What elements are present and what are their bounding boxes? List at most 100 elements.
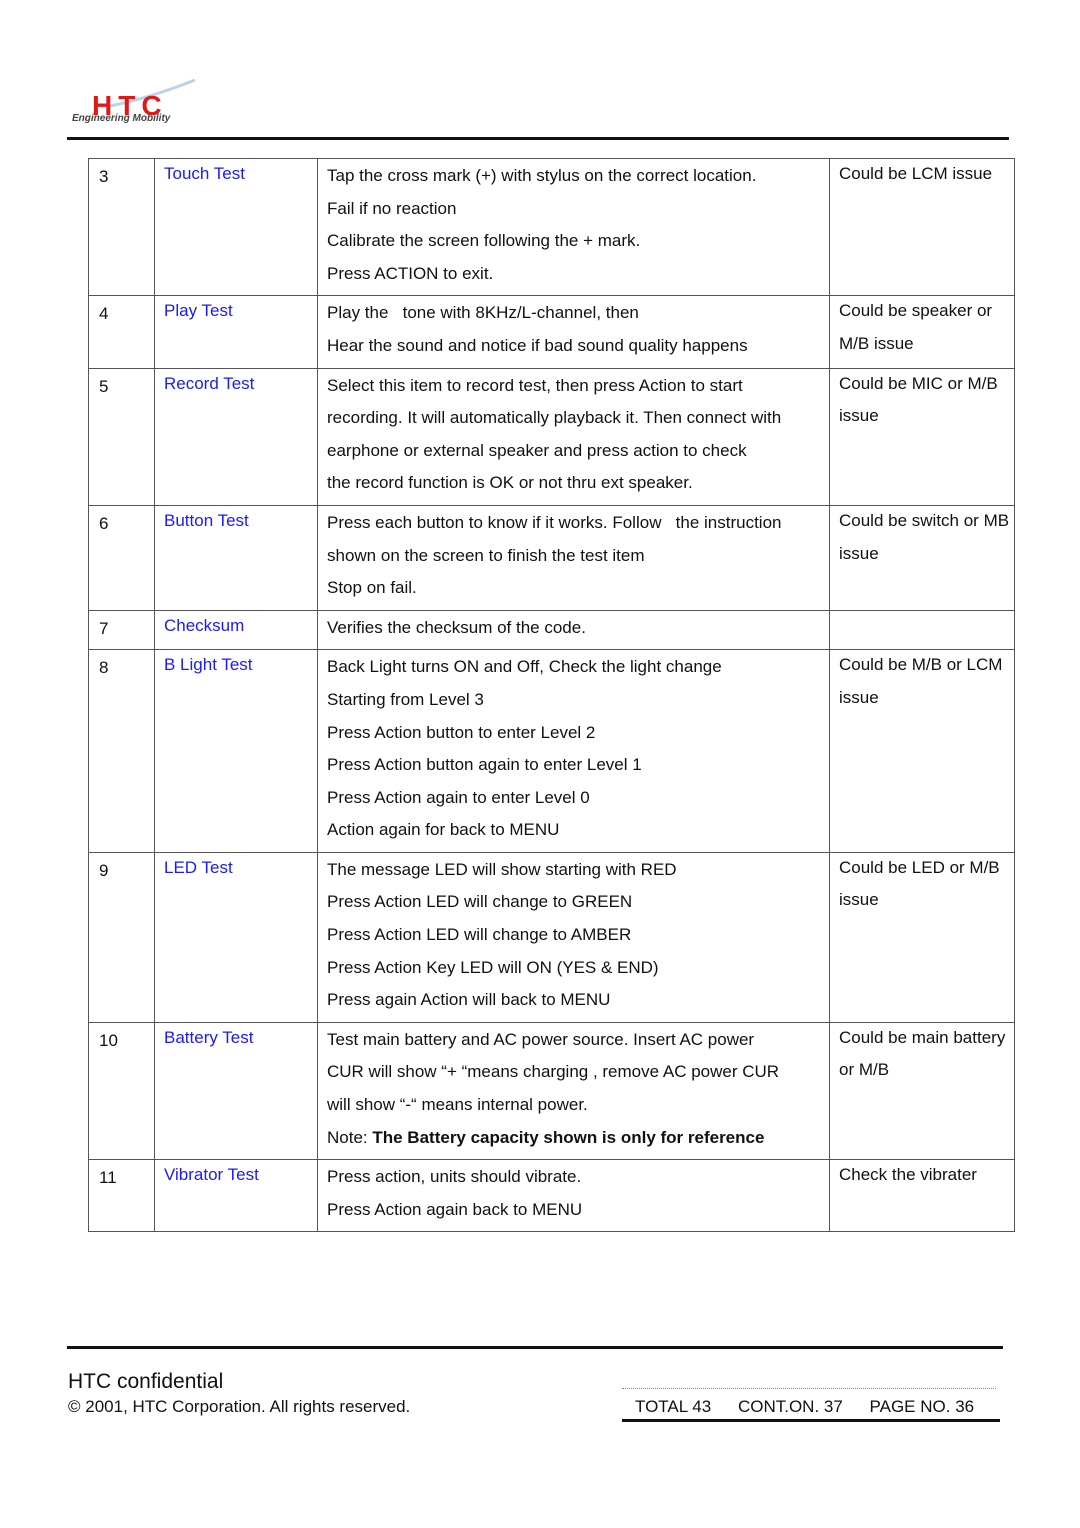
note-text: The Battery capacity shown is only for r… bbox=[372, 1127, 765, 1147]
procedure-line: Press again Action will back to MENU bbox=[327, 990, 611, 1010]
failure-cause bbox=[829, 609, 1015, 651]
table-row: 9 LED Test The message LED will show start… bbox=[88, 851, 1015, 1023]
failure-cause: Could be switch or MB issue bbox=[829, 504, 1015, 611]
failure-cause: Could be MIC or M/B issue bbox=[829, 367, 1015, 506]
procedure-line: Back Light turns ON and Off, Check the l… bbox=[327, 657, 722, 677]
failure-cause: Could be LCM issue bbox=[829, 157, 1015, 297]
cause-line: issue bbox=[839, 687, 879, 707]
test-name: LED Test bbox=[154, 851, 318, 1023]
cause-line: Could be LED or M/B bbox=[839, 857, 1000, 877]
procedure-line: Play the tone with 8KHz/L-channel, then bbox=[327, 303, 639, 323]
test-name-text: Play Test bbox=[164, 301, 233, 321]
test-name: Vibrator Test bbox=[154, 1159, 318, 1233]
test-name-text: Checksum bbox=[164, 615, 245, 635]
item-number: 6 bbox=[88, 504, 155, 611]
header-divider bbox=[67, 137, 1009, 140]
failure-cause: Could be M/B or LCM issue bbox=[829, 649, 1015, 853]
htc-logo: HTC Engineering Mobility bbox=[70, 78, 205, 128]
procedure-line: Press Action again back to MENU bbox=[327, 1199, 583, 1219]
item-number-text: 4 bbox=[99, 304, 109, 324]
continued-on: CONT.ON. 37 bbox=[737, 1397, 843, 1416]
procedure-line: Press Action Key LED will ON (YES & END) bbox=[327, 957, 659, 977]
procedure-line: Test main battery and AC power source. I… bbox=[327, 1029, 755, 1049]
item-number-text: 8 bbox=[99, 658, 109, 678]
item-number: 8 bbox=[88, 649, 155, 853]
procedure-line: Calibrate the screen following the + mar… bbox=[327, 231, 641, 251]
test-procedure: Back Light turns ON and Off, Check the l… bbox=[317, 649, 830, 853]
procedure-line: Press Action LED will change to AMBER bbox=[327, 925, 632, 945]
cause-line: Could be switch or MB bbox=[839, 510, 1010, 530]
procedure-line: will show “-“ means internal power. bbox=[327, 1095, 588, 1115]
procedure-line: Press Action button again to enter Level… bbox=[327, 755, 642, 775]
test-name: Touch Test bbox=[154, 157, 318, 297]
procedure-line: Starting from Level 3 bbox=[327, 689, 484, 709]
test-name-text: Record Test bbox=[164, 373, 255, 393]
test-name-text: Touch Test bbox=[164, 164, 245, 183]
test-procedure: Test main battery and AC power source. I… bbox=[317, 1021, 830, 1161]
procedure-line: CUR will show “+ “means charging , remov… bbox=[327, 1062, 780, 1082]
failure-cause: Could be speaker or M/B issue bbox=[829, 295, 1015, 369]
item-number: 3 bbox=[88, 157, 155, 297]
procedure-line: earphone or external speaker and press a… bbox=[327, 440, 747, 460]
cause-line: Could be MIC or M/B bbox=[839, 373, 998, 393]
item-number-text: 9 bbox=[99, 860, 109, 880]
table-row: 10 Battery Test Test main battery and AC p… bbox=[88, 1021, 1015, 1161]
failure-cause: Could be main battery or M/B bbox=[829, 1021, 1015, 1161]
item-number: 9 bbox=[88, 851, 155, 1023]
procedure-line: Action again for back to MENU bbox=[327, 820, 560, 840]
procedure-line: Verifies the checksum of the code. bbox=[327, 617, 586, 637]
test-items-table: 3 Touch Test Tap the cross mark (+) with s… bbox=[88, 157, 1015, 1233]
cause-line: issue bbox=[839, 543, 879, 563]
procedure-line: Press action, units should vibrate. bbox=[327, 1167, 582, 1187]
procedure-line: Select this item to record test, then pr… bbox=[327, 375, 743, 395]
test-name-text: Battery Test bbox=[164, 1027, 254, 1047]
table-row: 5 Record Test Select this item to record t… bbox=[88, 367, 1015, 506]
table-row: 11 Vibrator Test Press action, units shoul… bbox=[88, 1159, 1015, 1233]
procedure-line: Hear the sound and notice if bad sound q… bbox=[327, 335, 748, 355]
copyright-text: © 2001, HTC Corporation. All rights rese… bbox=[68, 1397, 411, 1416]
note-label: Note: bbox=[327, 1127, 373, 1147]
test-name: B Light Test bbox=[154, 649, 318, 853]
procedure-line: Press ACTION to exit. bbox=[327, 263, 494, 283]
item-number-text: 5 bbox=[99, 376, 109, 396]
test-procedure: Tap the cross mark (+) with stylus on th… bbox=[317, 157, 830, 297]
test-name: Button Test bbox=[154, 504, 318, 611]
item-number: 7 bbox=[88, 609, 155, 651]
item-number: 11 bbox=[88, 1159, 155, 1233]
cause-line: Check the vibrater bbox=[839, 1165, 977, 1185]
failure-cause: Could be LED or M/B issue bbox=[829, 851, 1015, 1023]
page-info-dotted-rule bbox=[622, 1388, 996, 1389]
cause-line: Could be M/B or LCM bbox=[839, 655, 1003, 675]
procedure-line: Stop on fail. bbox=[327, 578, 417, 598]
procedure-line: Press Action again to enter Level 0 bbox=[327, 787, 590, 807]
table-row: 7 Checksum Verifies the checksum of the co… bbox=[88, 609, 1015, 651]
procedure-note: Note: The Battery capacity shown is only… bbox=[327, 1127, 829, 1160]
procedure-line: Press each button to know if it works. F… bbox=[327, 512, 782, 532]
test-procedure: Press action, units should vibrate. Press… bbox=[317, 1159, 830, 1233]
test-procedure: Press each button to know if it works. F… bbox=[317, 504, 830, 611]
footer-divider bbox=[67, 1346, 1003, 1349]
table-row: 6 Button Test Press each button to know if… bbox=[88, 504, 1015, 611]
procedure-line: Press Action button to enter Level 2 bbox=[327, 722, 596, 742]
cause-line: Could be speaker or bbox=[839, 301, 993, 321]
page-info: TOTAL 43 CONT.ON. 37 PAGE NO. 36 bbox=[635, 1397, 974, 1417]
test-name-text: Button Test bbox=[164, 510, 249, 530]
table-row: 3 Touch Test Tap the cross mark (+) with s… bbox=[88, 157, 1015, 297]
item-number: 4 bbox=[88, 295, 155, 369]
page-info-divider bbox=[622, 1419, 1000, 1422]
confidential-label: HTC confidential bbox=[68, 1370, 224, 1393]
cause-line: issue bbox=[839, 890, 879, 910]
test-name: Checksum bbox=[154, 609, 318, 651]
item-number-text: 3 bbox=[99, 167, 109, 186]
cause-line: Could be main battery bbox=[839, 1027, 1006, 1047]
table-row: 4 Play Test Play the tone with 8KHz/L-chan… bbox=[88, 295, 1015, 369]
table-row: 8 B Light Test Back Light turns ON and Off… bbox=[88, 649, 1015, 853]
procedure-line: Press Action LED will change to GREEN bbox=[327, 892, 633, 912]
test-name-text: Vibrator Test bbox=[164, 1165, 259, 1185]
test-name: Battery Test bbox=[154, 1021, 318, 1161]
item-number-text: 6 bbox=[99, 513, 109, 533]
procedure-line: Fail if no reaction bbox=[327, 198, 457, 218]
procedure-line: The message LED will show starting with … bbox=[327, 859, 677, 879]
cause-line: issue bbox=[839, 406, 879, 426]
cause-line: M/B issue bbox=[839, 333, 914, 353]
